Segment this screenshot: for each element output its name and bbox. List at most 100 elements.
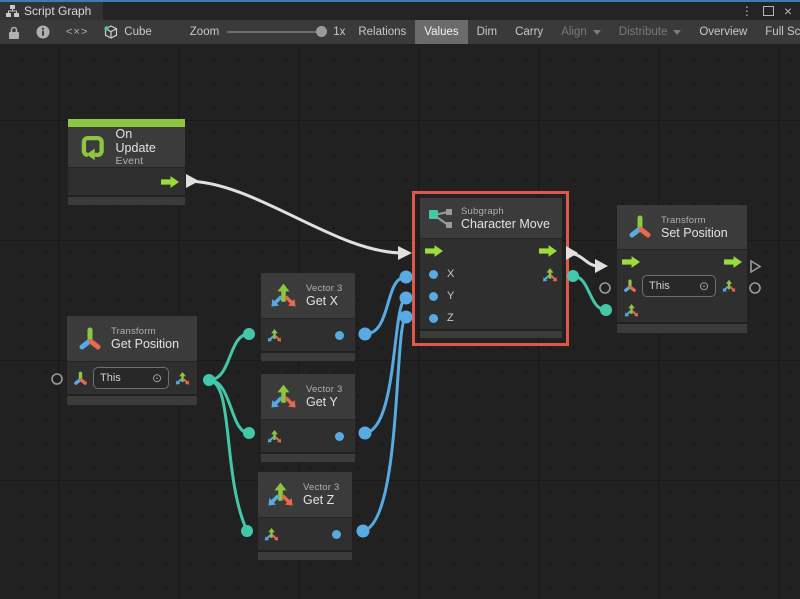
node-footer — [67, 394, 197, 405]
vector3-input-port-icon[interactable] — [266, 428, 283, 445]
vector3-input-port-icon[interactable] — [623, 302, 640, 319]
node-header[interactable]: On Update Event — [68, 127, 185, 168]
y-output-port[interactable] — [335, 432, 344, 441]
relations-button[interactable]: Relations — [349, 20, 415, 44]
node-get-y[interactable]: Vector 3 Get Y — [261, 374, 355, 462]
node-header[interactable]: Vector 3 Get Z — [258, 472, 352, 518]
overview-button[interactable]: Overview — [690, 20, 756, 44]
x-input-port[interactable] — [429, 270, 438, 279]
zoom-slider-handle[interactable] — [316, 26, 327, 37]
node-title: Get X — [306, 294, 342, 308]
align-button[interactable]: Align — [552, 20, 610, 44]
vector3-output-port-icon[interactable] — [174, 370, 191, 387]
node-footer — [261, 351, 355, 361]
tab-bar: Script Graph ⋮ × — [0, 2, 800, 20]
zoom-label: Zoom — [190, 26, 219, 38]
node-body: X Y Z — [420, 239, 562, 329]
node-header[interactable]: Subgraph Character Move — [420, 198, 562, 239]
node-title: On Update — [116, 127, 175, 155]
node-subtitle: Event — [116, 155, 175, 167]
lock-icon — [8, 26, 20, 39]
lock-button[interactable] — [0, 20, 28, 44]
node-header[interactable]: Vector 3 Get Y — [261, 374, 355, 420]
flow-output-port[interactable] — [724, 256, 742, 268]
graph-target[interactable]: Cube — [96, 20, 160, 44]
node-title: Get Position — [111, 337, 179, 351]
node-get-x[interactable]: Vector 3 Get X — [261, 273, 355, 361]
object-picker-icon[interactable]: ⊙ — [152, 372, 162, 384]
node-subtitle: Transform — [661, 215, 728, 226]
window-menu-icon[interactable]: ⋮ — [741, 5, 753, 17]
node-title: Character Move — [461, 217, 550, 231]
node-footer — [420, 329, 562, 338]
node-footer — [68, 195, 185, 205]
transform-icon — [627, 214, 653, 240]
script-graph-window: Script Graph ⋮ × <×> — [0, 0, 800, 599]
node-get-position[interactable]: Transform Get Position This ⊙ — [67, 316, 197, 405]
flow-output-port[interactable] — [539, 245, 557, 257]
vector3-output-port-icon[interactable] — [541, 266, 559, 284]
flow-output-port[interactable] — [161, 176, 179, 188]
port-label: X — [447, 268, 454, 280]
zoom-slider[interactable] — [227, 31, 327, 33]
node-body — [261, 420, 355, 452]
node-title: Set Position — [661, 226, 728, 240]
distribute-button[interactable]: Distribute — [610, 20, 691, 44]
zoom-control: Zoom 1x — [182, 20, 350, 44]
node-subtitle: Transform — [111, 326, 179, 337]
script-graph-icon — [6, 5, 19, 17]
node-set-position[interactable]: Transform Set Position — [617, 205, 747, 333]
tab-label: Script Graph — [24, 4, 91, 18]
z-output-port[interactable] — [332, 530, 341, 539]
cube-icon — [104, 25, 118, 39]
zoom-value: 1x — [333, 26, 345, 38]
node-character-move[interactable]: Subgraph Character Move X — [420, 198, 562, 338]
dim-button[interactable]: Dim — [468, 20, 506, 44]
graph-toolbar: <×> Cube Zoom 1x Relations Values Dim Ca… — [0, 20, 800, 45]
node-footer — [617, 322, 747, 333]
node-body — [261, 319, 355, 351]
chevron-down-icon — [593, 30, 601, 35]
node-body — [68, 168, 185, 195]
vector3-input-port-icon[interactable] — [266, 327, 283, 344]
vector3-output-port-icon[interactable] — [721, 278, 737, 294]
node-body: This ⊙ — [67, 362, 197, 394]
window-controls: ⋮ × — [741, 2, 800, 20]
flow-input-port[interactable] — [425, 245, 443, 257]
transform-port-icon[interactable] — [623, 279, 637, 293]
fullscreen-button[interactable]: Full Screen — [756, 20, 800, 44]
node-get-z[interactable]: Vector 3 Get Z — [258, 472, 352, 560]
values-button[interactable]: Values — [415, 20, 467, 44]
transform-icon — [77, 326, 103, 352]
transform-port-icon[interactable] — [73, 371, 88, 386]
vector3-icon — [268, 381, 299, 412]
vector3-input-port-icon[interactable] — [263, 526, 280, 543]
close-icon[interactable]: × — [784, 4, 792, 18]
target-label: Cube — [124, 26, 152, 38]
tab-script-graph[interactable]: Script Graph — [0, 2, 103, 20]
y-input-port[interactable] — [429, 292, 438, 301]
chevron-down-icon — [673, 30, 681, 35]
flow-input-port[interactable] — [622, 256, 640, 268]
this-input-field[interactable]: This ⊙ — [642, 275, 716, 297]
x-output-port[interactable] — [335, 331, 344, 340]
node-subtitle: Vector 3 — [306, 384, 342, 395]
port-label: Y — [447, 290, 454, 302]
node-header[interactable]: Transform Get Position — [67, 316, 197, 362]
z-input-port[interactable] — [429, 314, 438, 323]
node-header[interactable]: Vector 3 Get X — [261, 273, 355, 319]
node-subtitle: Subgraph — [461, 206, 550, 217]
carry-button[interactable]: Carry — [506, 20, 552, 44]
code-icon: <×> — [66, 26, 88, 38]
node-header[interactable]: Transform Set Position — [617, 205, 747, 250]
node-subtitle: Vector 3 — [306, 283, 342, 294]
info-button[interactable] — [28, 20, 58, 44]
graph-canvas[interactable]: On Update Event Transform — [0, 44, 800, 599]
object-picker-icon[interactable]: ⊙ — [699, 280, 709, 292]
this-input-field[interactable]: This ⊙ — [93, 367, 169, 389]
info-icon — [36, 25, 50, 39]
maximize-icon[interactable] — [763, 6, 774, 16]
vector3-icon — [265, 479, 296, 510]
edit-graph-button[interactable]: <×> — [58, 20, 96, 44]
node-on-update[interactable]: On Update Event — [68, 119, 185, 205]
